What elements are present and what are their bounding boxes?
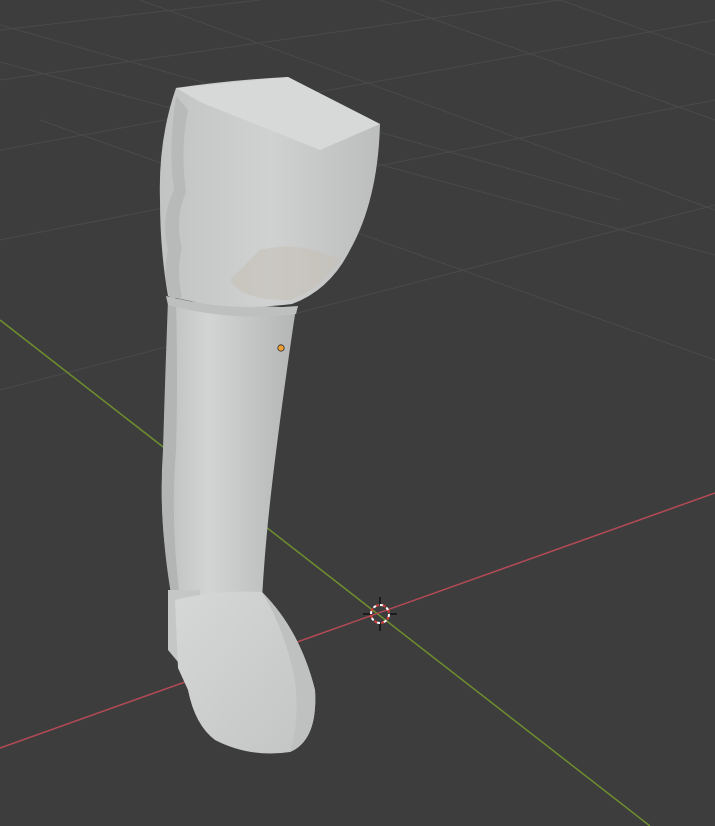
object-origin-icon[interactable] — [277, 344, 285, 352]
3d-viewport[interactable] — [0, 0, 715, 826]
